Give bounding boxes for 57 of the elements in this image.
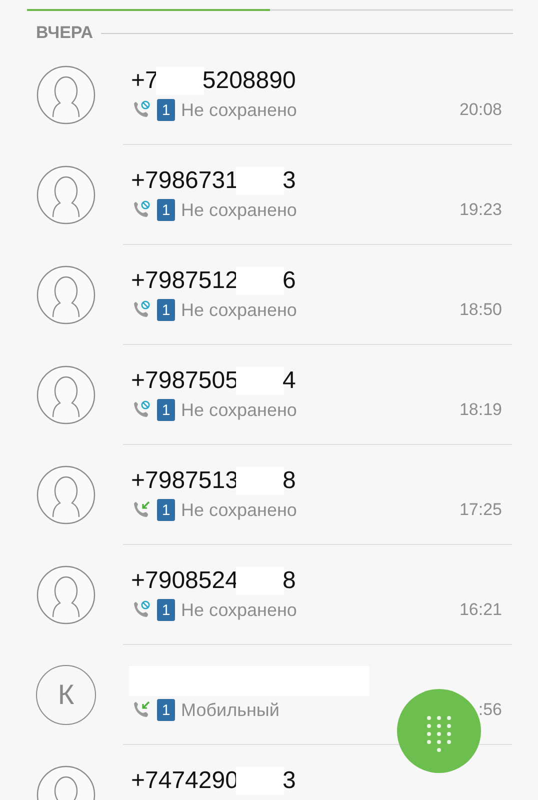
sim-badge: 1 [157,399,175,421]
phone-number: +7987505 [131,367,238,395]
avatar-letter: К [36,665,96,725]
avatar-icon [36,165,96,225]
phone-number: 6 [282,267,296,295]
call-log-item[interactable]: +7 5208890 1 Не сохранено 20:08 [0,45,538,145]
avatar-icon [36,565,96,625]
blocked-call-icon [131,600,151,620]
call-time: 18:50 [459,300,502,320]
avatar-icon [36,265,96,325]
blocked-call-icon [131,400,151,420]
call-label: Не сохранено [181,100,298,120]
sim-badge: 1 [157,99,175,121]
phone-number: 8 [282,567,296,595]
sim-badge: 1 [157,699,175,721]
call-label: Не сохранено [181,500,298,520]
call-log-item[interactable]: +7987505 4 1 Не сохранено 18:19 [0,345,538,445]
phone-number: +7474290 [131,767,238,795]
phone-number: 3 [282,767,296,795]
call-label: Не сохранено [181,600,298,620]
phone-number: +7986731 [131,167,238,195]
sim-badge: 1 [157,499,175,521]
call-time: 17:25 [459,500,502,520]
phone-number: +7987513 [131,467,238,495]
blocked-call-icon [131,300,151,320]
sim-badge: 1 [157,599,175,621]
phone-number: 3 [282,167,296,195]
call-time: 20:08 [459,100,502,120]
phone-number: +7 [131,67,158,95]
call-log-item[interactable]: +7986731 3 1 Не сохранено 19:23 [0,145,538,245]
blocked-call-icon [131,200,151,220]
sim-badge: 1 [157,299,175,321]
call-label: Не сохранено [181,200,298,220]
call-time: :56 [478,700,502,720]
incoming-call-icon [131,500,151,520]
sim-badge: 1 [157,199,175,221]
call-log-item[interactable]: К 1 Мобильный :56 [0,645,538,745]
blocked-call-icon [131,100,151,120]
phone-number: +7987512 [131,267,238,295]
call-label: Мобильный [181,700,280,720]
phone-number: 5208890 [202,67,296,95]
call-log-item[interactable]: +7987513 8 1 Не сохранено 17:25 [0,445,538,545]
avatar-icon [36,465,96,525]
phone-number: +7908524 [131,567,238,595]
section-header: ВЧЕРА [36,23,94,43]
avatar-icon [36,65,96,125]
phone-number: 8 [282,467,296,495]
call-time: 18:19 [459,400,502,420]
incoming-call-icon [131,700,151,720]
call-label: Не сохранено [181,300,298,320]
call-time: 19:23 [459,200,502,220]
call-time: 16:21 [459,600,502,620]
call-log-item[interactable]: +7908524 8 1 Не сохранено 16:21 [0,545,538,645]
phone-number: 4 [282,367,296,395]
avatar-icon [36,365,96,425]
call-log-item[interactable]: +7987512 6 1 Не сохранено 18:50 [0,245,538,345]
call-label: Не сохранено [181,400,298,420]
